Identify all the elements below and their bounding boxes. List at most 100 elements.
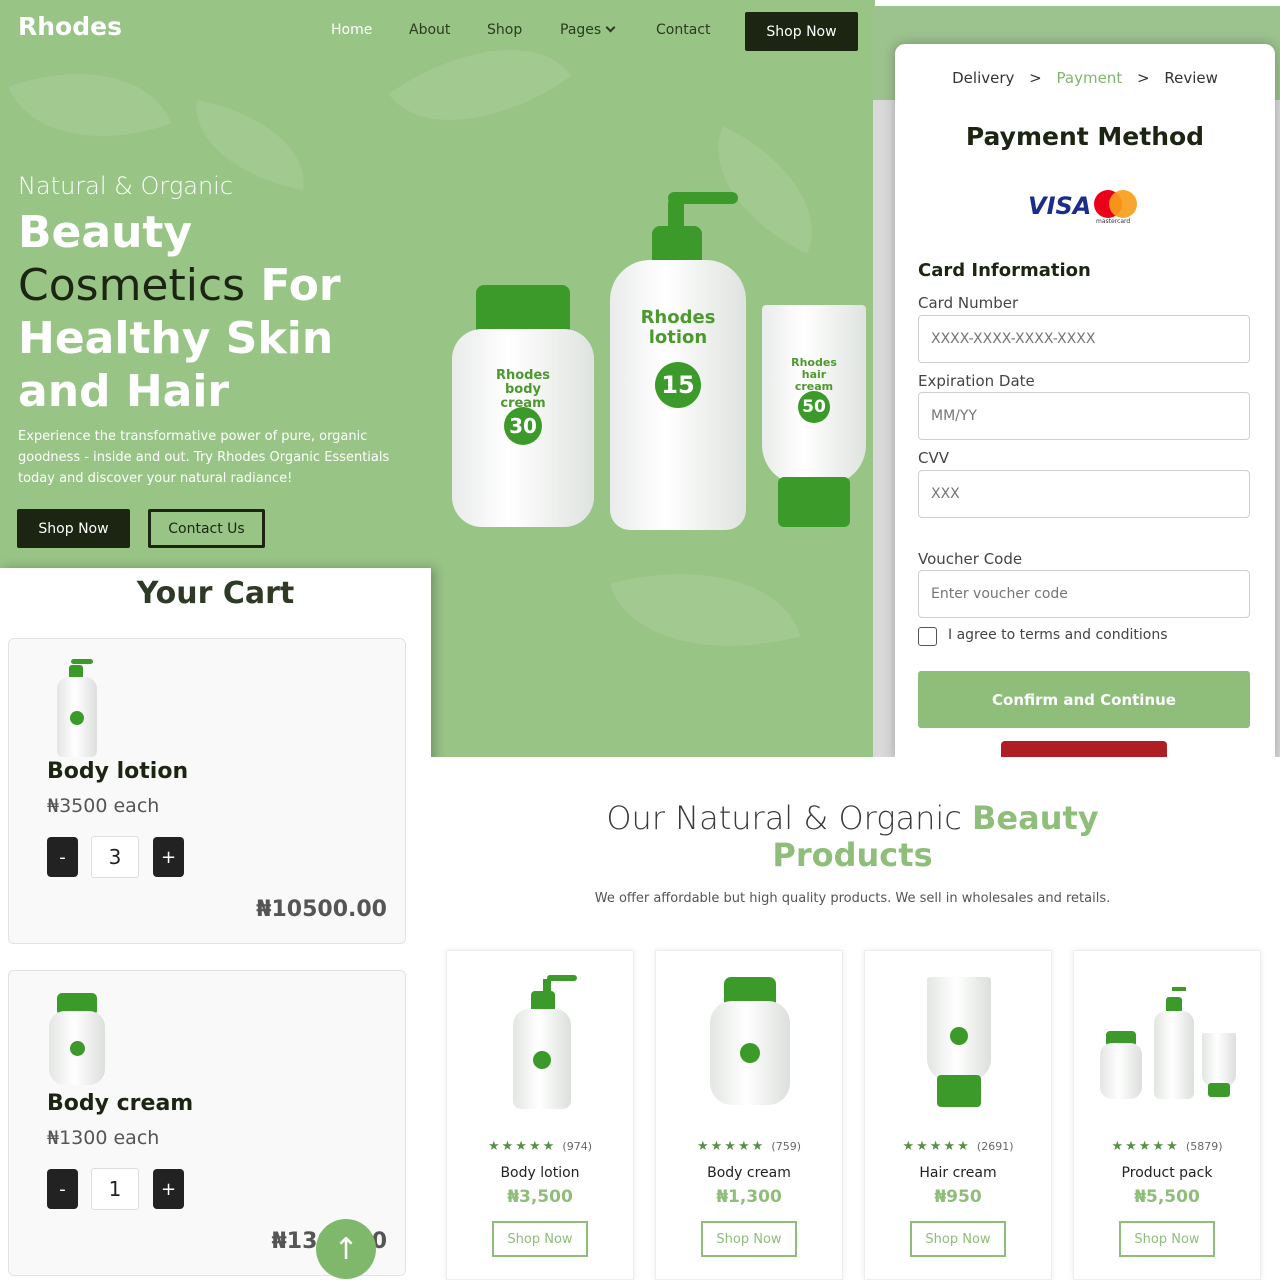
cart-item-total: ₦10500.00 [256, 897, 387, 922]
product-card: ★★★★★ (759) Body cream ₦1,300 Shop Now [655, 950, 843, 1280]
quantity-value[interactable]: 1 [91, 1168, 139, 1210]
bottle-label: Rhodes lotion [640, 307, 716, 348]
product-name: Product pack [1121, 1165, 1213, 1181]
checkout-steps: Delivery > Payment > Review [895, 69, 1275, 87]
star-icons: ★★★★★ [1111, 1139, 1180, 1154]
brand-logo[interactable]: Rhodes [18, 12, 122, 41]
product-name: Body lotion [500, 1165, 580, 1181]
product-price: ₦1,300 [716, 1187, 782, 1207]
rating-stars: ★★★★★ (5879) [1074, 1139, 1260, 1154]
products-heading-light: Our Natural & Organic [606, 799, 962, 837]
body-lotion-thumbnail [57, 659, 97, 757]
nav-pages-label: Pages [560, 22, 602, 38]
body-cream-bottle-image: Rhodes body cream 30 [452, 285, 594, 527]
body-lotion-bottle-image: Rhodes lotion 15 [610, 190, 746, 530]
bottle-cap [476, 285, 570, 333]
body-cream-product-image [656, 971, 842, 1116]
review-count: (759) [771, 1140, 801, 1153]
nav-about[interactable]: About [409, 22, 450, 38]
headline-light-word: Cosmetics [18, 260, 246, 311]
rating-stars: ★★★★★ (974) [447, 1139, 633, 1154]
product-name: Body cream [707, 1165, 791, 1181]
product-shop-now-button[interactable]: Shop Now [701, 1221, 797, 1257]
quantity-value[interactable]: 3 [91, 836, 139, 878]
step-review[interactable]: Review [1164, 69, 1218, 87]
hero-shop-now-button[interactable]: Shop Now [17, 509, 130, 548]
headline-line-1: Beauty [18, 207, 193, 258]
product-price: ₦950 [934, 1187, 982, 1207]
body-lotion-product-image [447, 971, 633, 1116]
cart-item-price: ₦3500 each [47, 795, 160, 817]
leaf-decoration [8, 38, 172, 172]
products-heading-accent: Beauty [972, 799, 1099, 837]
products-heading-line-2: Products [425, 837, 1280, 874]
product-shop-now-button[interactable]: Shop Now [1119, 1221, 1215, 1257]
payment-card: Delivery > Payment > Review Payment Meth… [895, 44, 1275, 760]
review-count: (974) [562, 1140, 592, 1153]
confirm-and-continue-button[interactable]: Confirm and Continue [918, 671, 1250, 728]
product-pack-image [1074, 971, 1260, 1116]
star-icons: ★★★★★ [696, 1139, 766, 1154]
payment-title: Payment Method [965, 122, 1205, 151]
body-cream-thumbnail [49, 993, 105, 1085]
hero-contact-us-button[interactable]: Contact Us [148, 509, 265, 548]
review-count: (5879) [1185, 1140, 1223, 1153]
voucher-code-label: Voucher Code [918, 550, 1023, 568]
bottle-label: Rhodes hair cream [791, 356, 837, 393]
nav-pages[interactable]: Pages [560, 22, 616, 38]
expiration-date-label: Expiration Date [918, 372, 1035, 390]
expiration-date-input[interactable] [918, 392, 1250, 440]
cart-panel: Your Cart Body lotion ₦3500 each - 3 + ₦… [0, 568, 431, 1280]
product-card: ★★★★★ (5879) Product pack ₦5,500 Shop No… [1073, 950, 1261, 1280]
product-shop-now-button[interactable]: Shop Now [492, 1221, 588, 1257]
hero-headline: Beauty Cosmetics For Healthy Skin and Ha… [18, 206, 438, 418]
decrease-quantity-button[interactable]: - [47, 837, 78, 877]
cart-item-name: Body cream [47, 1091, 194, 1116]
cart-item: Body lotion ₦3500 each - 3 + ₦10500.00 [8, 638, 406, 944]
chevron-down-icon [605, 22, 616, 33]
rating-stars: ★★★★★ (759) [656, 1139, 842, 1154]
hero-description: Experience the transformative power of p… [18, 429, 390, 486]
hair-cream-tube-image: Rhodes hair cream 50 [762, 305, 866, 527]
terms-checkbox[interactable] [918, 627, 937, 646]
card-information-heading: Card Information [918, 260, 1091, 281]
product-shop-now-button[interactable]: Shop Now [910, 1221, 1006, 1257]
scroll-to-top-icon[interactable]: ↑ [316, 1219, 376, 1279]
product-price: ₦5,500 [1134, 1187, 1200, 1207]
decrease-quantity-button[interactable]: - [47, 1169, 78, 1209]
products-heading-line-1: Our Natural & Organic Beauty [425, 800, 1280, 837]
star-icons: ★★★★★ [902, 1139, 971, 1154]
product-card: ★★★★★ (2691) Hair cream ₦950 Shop Now [864, 950, 1052, 1280]
products-heading-accent: Products [772, 836, 933, 874]
tube-cap [778, 477, 850, 527]
card-number-label: Card Number [918, 294, 1019, 312]
nav-shop[interactable]: Shop [487, 22, 522, 38]
headline-line-3: Healthy Skin and Hair [18, 313, 334, 417]
increase-quantity-button[interactable]: + [153, 837, 184, 877]
terms-label[interactable]: I agree to terms and conditions [948, 627, 1167, 643]
star-icons: ★★★★★ [487, 1139, 557, 1154]
nav-contact[interactable]: Contact [656, 22, 710, 38]
cvv-input[interactable] [918, 470, 1250, 518]
rating-stars: ★★★★★ (2691) [865, 1139, 1051, 1154]
mastercard-label: mastercard [1096, 218, 1131, 225]
header-shop-now-button[interactable]: Shop Now [745, 12, 858, 51]
cvv-label: CVV [918, 449, 949, 467]
step-delivery[interactable]: Delivery [952, 69, 1014, 87]
card-number-input[interactable] [918, 315, 1250, 363]
spf-badge: 15 [655, 362, 701, 408]
nav-home[interactable]: Home [331, 22, 372, 38]
bottle-label: Rhodes body cream [495, 368, 551, 411]
hair-cream-product-image [865, 971, 1051, 1116]
review-count: (2691) [976, 1140, 1014, 1153]
increase-quantity-button[interactable]: + [153, 1169, 184, 1209]
leaf-decoration [609, 539, 801, 681]
spf-badge: 50 [798, 391, 830, 423]
step-payment[interactable]: Payment [1057, 69, 1123, 87]
step-separator: > [1136, 69, 1150, 87]
mastercard-logo-circle [1109, 190, 1137, 218]
product-name: Hair cream [919, 1165, 997, 1181]
voucher-code-input[interactable] [918, 570, 1250, 618]
cart-item-name: Body lotion [47, 759, 189, 784]
spf-badge: 30 [504, 407, 542, 445]
